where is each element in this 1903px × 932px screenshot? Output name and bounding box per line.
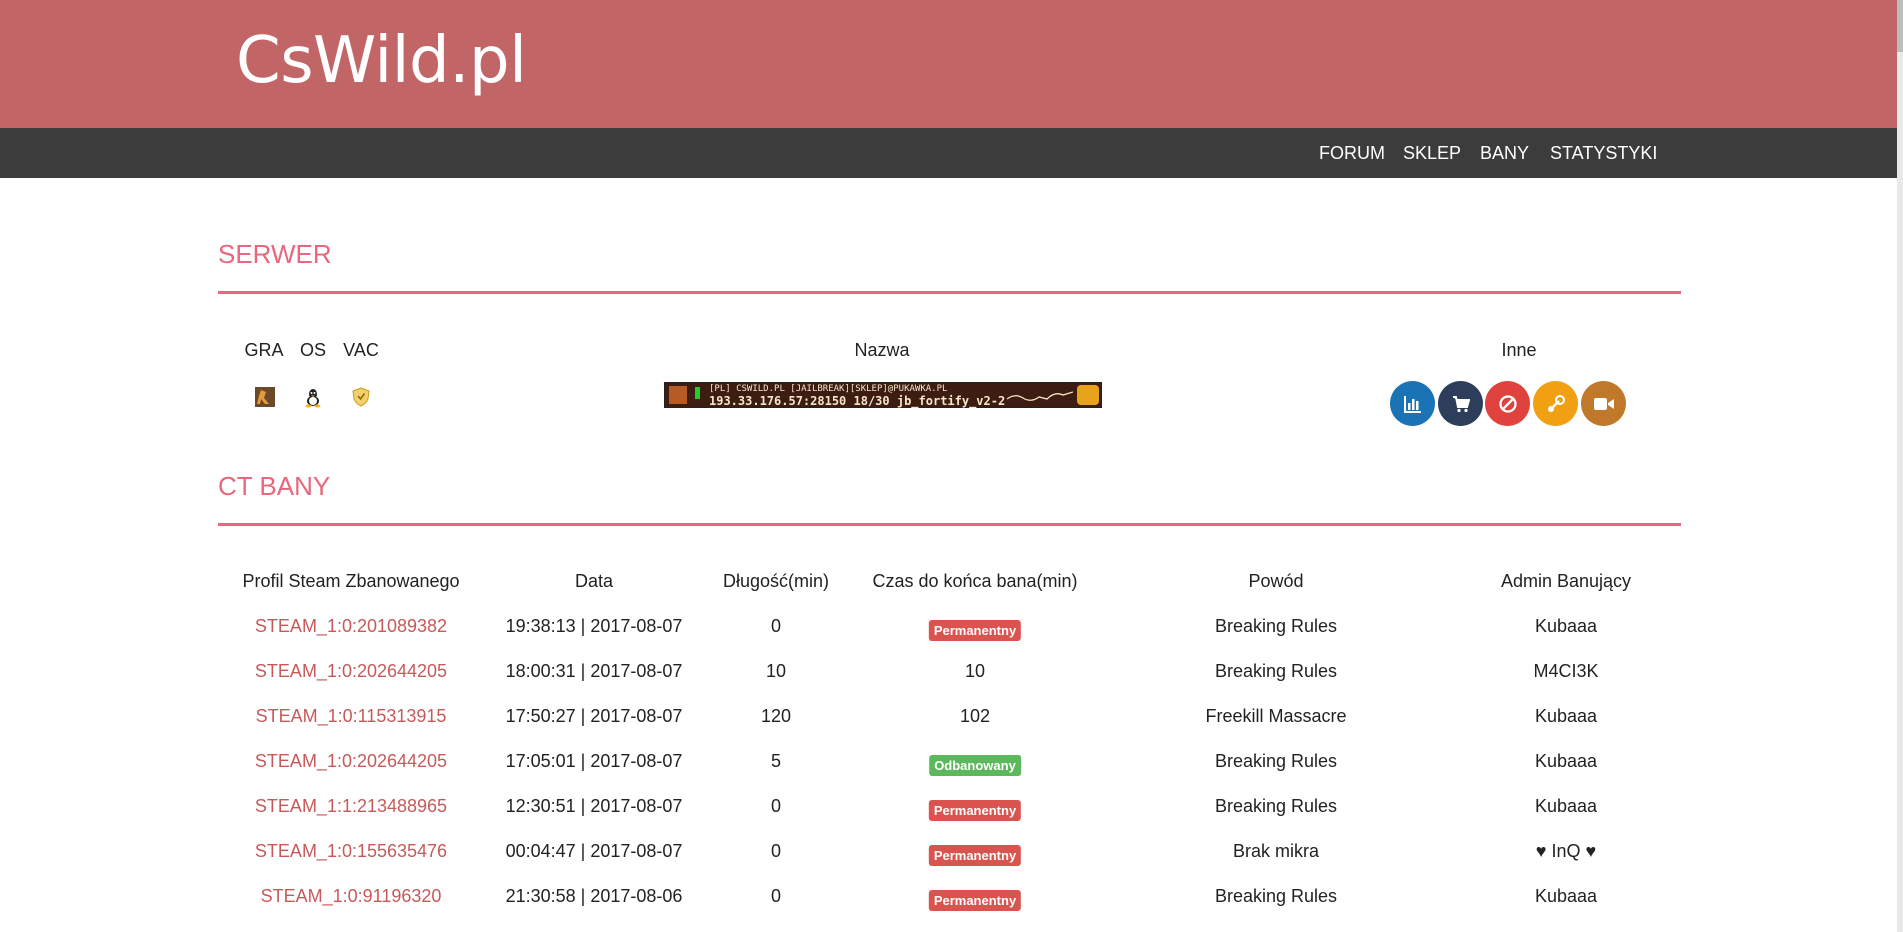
status-badge: Permanentny [928, 845, 1022, 866]
scrollbar-thumb[interactable] [1897, 0, 1903, 52]
game-cs-icon [254, 386, 276, 408]
ban-reason: Breaking Rules [1214, 751, 1338, 771]
ban-length: 120 [760, 706, 792, 726]
ban-reason: Breaking Rules [1214, 661, 1338, 681]
banner-gametracker-logo [1077, 385, 1099, 405]
steam-profile-link[interactable]: STEAM_1:0:155635476 [255, 841, 447, 862]
header-length: Długość(min) [722, 571, 830, 591]
server-section-title: SERWER [218, 239, 332, 269]
linux-icon [302, 386, 324, 408]
steam-button[interactable] [1533, 381, 1578, 426]
col-vac-header: VAC [343, 340, 379, 360]
col-name-header: Nazwa [854, 340, 910, 360]
header-date: Data [574, 571, 614, 591]
ban-reason: Breaking Rules [1214, 796, 1338, 816]
ban-admin: M4CI3K [1533, 661, 1599, 681]
steam-profile-link[interactable]: STEAM_1:0:202644205 [255, 751, 447, 772]
ban-length: 0 [770, 841, 782, 861]
server-section-divider [218, 291, 1681, 294]
header-admin: Admin Banujący [1500, 571, 1632, 591]
video-button[interactable] [1581, 381, 1626, 426]
shop-button[interactable] [1438, 381, 1483, 426]
ban-admin: Kubaaa [1534, 616, 1598, 636]
ban-remaining: 10 [964, 661, 986, 681]
steam-profile-link[interactable]: STEAM_1:0:115313915 [256, 706, 447, 727]
ban-reason: Freekill Massacre [1205, 706, 1347, 726]
video-icon [1593, 397, 1614, 410]
ban-length: 10 [765, 661, 787, 681]
ban-length: 0 [770, 616, 782, 636]
ban-remaining: 102 [959, 706, 991, 726]
cart-icon [1452, 395, 1470, 412]
steam-icon [1547, 394, 1565, 412]
ban-date: 21:30:58 | 2017-08-06 [505, 886, 683, 906]
steam-profile-link[interactable]: STEAM_1:0:202644205 [255, 661, 447, 682]
banner-status-bar [695, 387, 700, 399]
nav-statystyki[interactable]: STATYSTYKI [1550, 143, 1657, 164]
bans-section-divider [218, 523, 1681, 526]
col-game-header: GRA [244, 340, 284, 360]
bans-section-title: CT BANY [218, 471, 331, 501]
steam-profile-link[interactable]: STEAM_1:0:201089382 [255, 616, 447, 637]
header-remaining: Czas do końca bana(min) [872, 571, 1078, 591]
ban-date: 17:05:01 | 2017-08-07 [505, 751, 683, 771]
ban-icon [1498, 394, 1517, 413]
nav-sklep[interactable]: SKLEP [1403, 143, 1461, 164]
ban-date: 12:30:51 | 2017-08-07 [505, 796, 683, 816]
banner-game-icon [669, 386, 687, 404]
ban-length: 0 [770, 796, 782, 816]
ban-reason: Brak mikra [1232, 841, 1320, 861]
ban-admin: Kubaaa [1534, 706, 1598, 726]
ban-admin: Kubaaa [1534, 796, 1598, 816]
ban-admin: Kubaaa [1534, 751, 1598, 771]
header-reason: Powód [1248, 571, 1304, 591]
banner-player-graph [1007, 391, 1073, 401]
ban-admin: ♥ InQ ♥ [1535, 841, 1597, 861]
banner-server-info: 193.33.176.57:28150 18/30 jb_fortify_v2-… [709, 394, 1006, 408]
status-badge: Permanentny [928, 620, 1022, 641]
ban-date: 17:50:27 | 2017-08-07 [505, 706, 683, 726]
vac-shield-icon [350, 386, 372, 408]
status-badge: Permanentny [928, 800, 1022, 821]
steam-profile-link[interactable]: STEAM_1:0:91196320 [261, 886, 442, 907]
col-os-header: OS [299, 340, 327, 360]
nav-forum[interactable]: FORUM [1319, 143, 1385, 164]
ban-reason: Breaking Rules [1214, 616, 1338, 636]
main-nav: FORUM SKLEP BANY STATYSTYKI [0, 128, 1897, 178]
site-logo-text[interactable]: CsWild.pl [236, 24, 527, 98]
site-header: CsWild.pl [0, 0, 1897, 128]
ban-admin: Kubaaa [1534, 886, 1598, 906]
nav-bany[interactable]: BANY [1480, 143, 1529, 164]
page-scrollbar[interactable] [1897, 0, 1903, 932]
status-badge: Odbanowany [929, 755, 1021, 776]
banner-server-title: [PL] CSWILD.PL [JAILBREAK][SKLEP]@PUKAWK… [709, 384, 948, 394]
ban-length: 5 [770, 751, 782, 771]
ban-reason: Breaking Rules [1214, 886, 1338, 906]
col-other-header: Inne [1501, 340, 1537, 360]
bans-button[interactable] [1485, 381, 1530, 426]
stats-button[interactable] [1390, 381, 1435, 426]
server-banner[interactable]: [PL] CSWILD.PL [JAILBREAK][SKLEP]@PUKAWK… [664, 382, 1102, 408]
ban-date: 19:38:13 | 2017-08-07 [505, 616, 683, 636]
ban-length: 0 [770, 886, 782, 906]
steam-profile-link[interactable]: STEAM_1:1:213488965 [255, 796, 447, 817]
ban-date: 18:00:31 | 2017-08-07 [505, 661, 683, 681]
header-steam-profile: Profil Steam Zbanowanego [242, 571, 460, 591]
bar-chart-icon [1403, 395, 1421, 413]
status-badge: Permanentny [928, 890, 1022, 911]
ban-date: 00:04:47 | 2017-08-07 [505, 841, 683, 861]
